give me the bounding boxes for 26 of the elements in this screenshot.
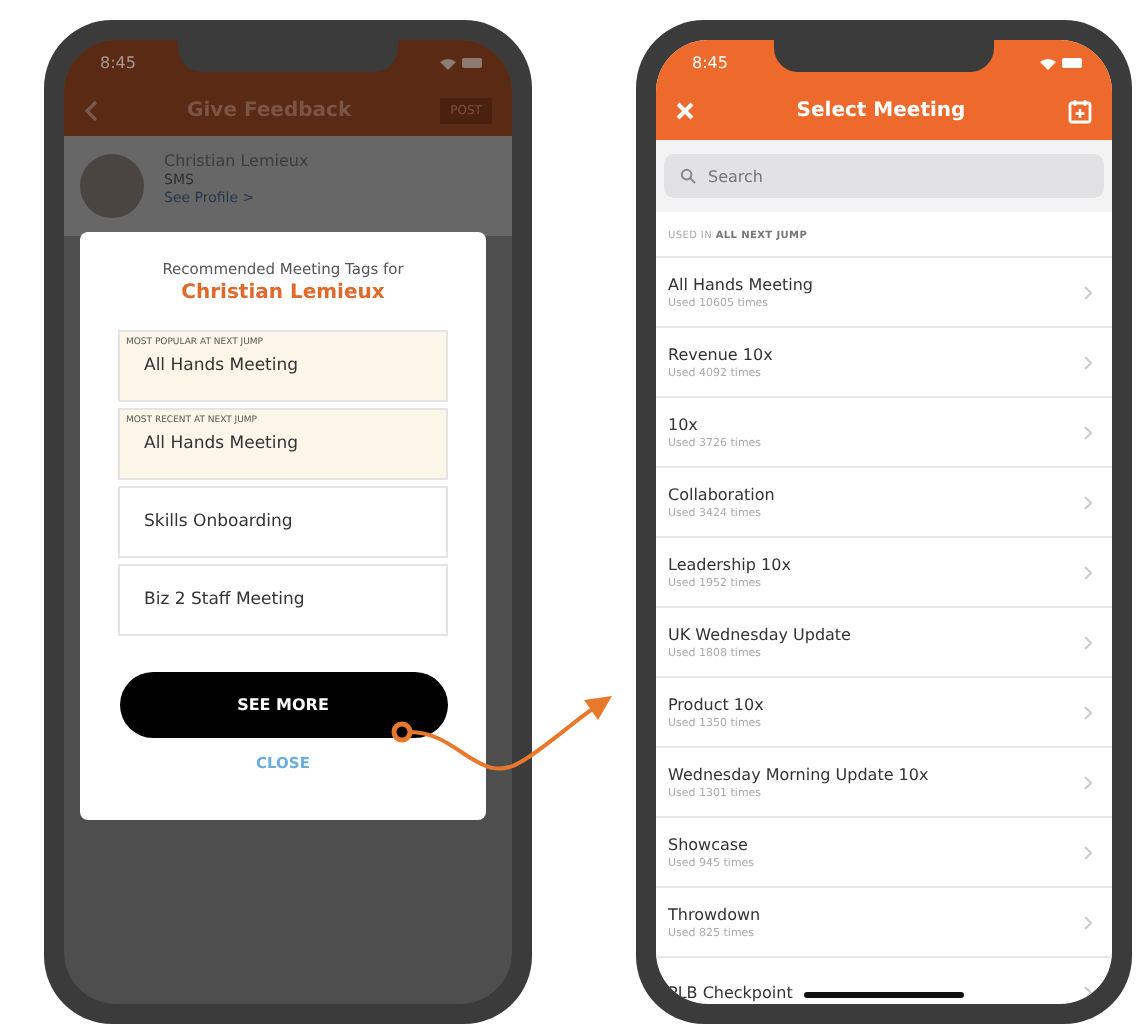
calendar-add-icon[interactable] [1067, 97, 1092, 123]
chevron-icon [1084, 775, 1092, 789]
see-more-button[interactable]: SEE MORE [119, 672, 447, 738]
chevron-icon [1084, 985, 1092, 999]
chevron-icon [1084, 285, 1092, 299]
chevron-icon [1084, 355, 1092, 369]
status-icons-icon [1036, 55, 1084, 69]
chevron-icon [1084, 915, 1092, 929]
search-icon [680, 168, 696, 184]
chevron-icon [1084, 495, 1092, 509]
chevron-icon [1084, 425, 1092, 439]
close-icon[interactable] [676, 101, 694, 119]
status-icons-icon [436, 55, 484, 69]
search-field[interactable]: Search [664, 154, 1104, 198]
chevron-icon [1084, 635, 1092, 649]
meeting-tag-option[interactable]: Biz 2 Staff Meeting [118, 564, 448, 636]
chevron-icon [1084, 705, 1092, 719]
status-time: 8:45 [692, 53, 728, 71]
back-icon[interactable] [84, 99, 98, 121]
screen-title: Select Meeting [796, 99, 966, 121]
person-name: Christian Lemieux [181, 282, 385, 304]
meeting-tag-option[interactable]: Skills Onboarding [118, 486, 448, 558]
chevron-icon [1084, 845, 1092, 859]
chevron-icon [1084, 565, 1092, 579]
avatar [80, 154, 144, 218]
status-time: 8:45 [100, 53, 136, 71]
